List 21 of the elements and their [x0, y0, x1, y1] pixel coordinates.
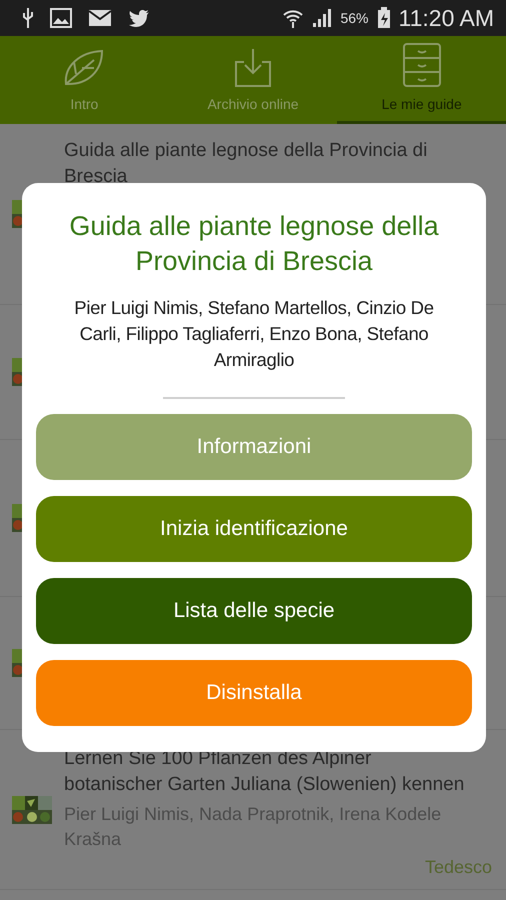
tab[interactable]: Intro — [0, 36, 169, 124]
image-icon — [50, 8, 72, 28]
tab[interactable]: Le mie guide — [337, 36, 506, 124]
dialog-title: Guida alle piante legnose della Provincia di Brescia — [68, 210, 440, 278]
usb-icon — [22, 7, 34, 29]
download-icon — [234, 48, 272, 88]
dialog-button[interactable]: Inizia identificazione — [36, 496, 472, 562]
guide-language: Tedesco — [424, 856, 492, 880]
drawers-icon — [402, 42, 442, 88]
guide-title: Guida alle piante legnose della Provincia di Brescia — [64, 139, 428, 190]
mail-icon — [88, 9, 112, 27]
dialog-authors: Pier Luigi Nimis, Stefano Martellos, Cinzio De Carli, Filippo Tagliaferri, Enzo Bona, Stefano Armiraglio — [73, 296, 435, 372]
dialog-button[interactable]: Lista delle specie — [36, 578, 472, 644]
signal-icon — [312, 8, 332, 28]
bird-icon — [128, 9, 150, 27]
battery-icon — [376, 7, 391, 29]
battery-percent: 56% — [340, 8, 369, 28]
dialog-button[interactable]: Informazioni — [36, 414, 472, 480]
tab[interactable]: Archivio online — [168, 36, 338, 124]
dialog-button[interactable]: Disinstalla — [36, 660, 472, 726]
clock: 11:20 AM — [398, 4, 494, 33]
